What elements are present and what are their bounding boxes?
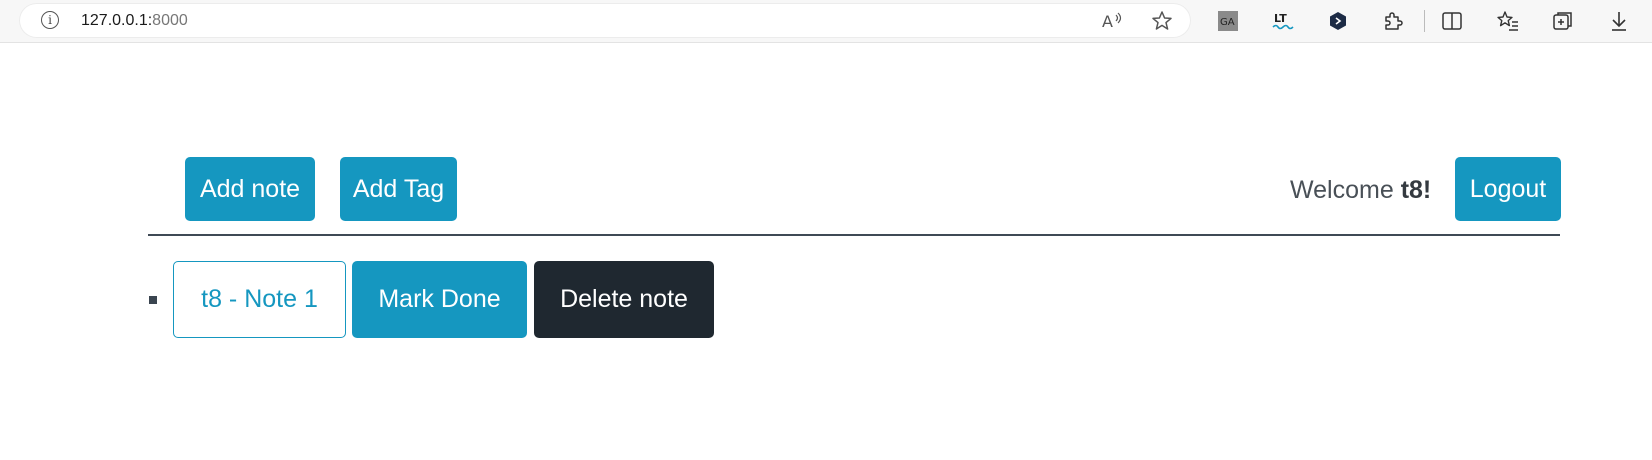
add-note-button[interactable]: Add note bbox=[185, 157, 315, 221]
url-text[interactable]: 127.0.0.1:8000 bbox=[81, 12, 188, 30]
svg-text:GA: GA bbox=[1220, 17, 1235, 28]
username: t8! bbox=[1400, 176, 1432, 204]
address-bar[interactable]: i 127.0.0.1:8000 A bbox=[19, 3, 1191, 38]
welcome-prefix: Welcome bbox=[1290, 176, 1401, 204]
extension-hex-icon[interactable] bbox=[1325, 8, 1351, 34]
extensions-puzzle-icon[interactable] bbox=[1380, 8, 1406, 34]
favorite-star-icon[interactable] bbox=[1151, 10, 1173, 32]
logout-button[interactable]: Logout bbox=[1455, 157, 1561, 221]
delete-note-button[interactable]: Delete note bbox=[534, 261, 714, 338]
url-host: 127.0.0.1: bbox=[81, 12, 153, 29]
list-bullet bbox=[149, 296, 157, 304]
favorites-icon[interactable] bbox=[1495, 8, 1521, 34]
extension-ga-icon[interactable]: GA bbox=[1215, 8, 1241, 34]
mark-done-button[interactable]: Mark Done bbox=[352, 261, 527, 338]
read-aloud-icon[interactable]: A bbox=[1101, 10, 1123, 32]
header-divider bbox=[148, 234, 1560, 236]
collections-icon[interactable] bbox=[1550, 8, 1576, 34]
add-tag-button[interactable]: Add Tag bbox=[340, 157, 457, 221]
note-title-button[interactable]: t8 - Note 1 bbox=[173, 261, 346, 338]
svg-text:LT: LT bbox=[1274, 12, 1287, 25]
url-port: 8000 bbox=[152, 12, 188, 29]
svg-text:A: A bbox=[1102, 12, 1113, 31]
info-icon[interactable]: i bbox=[41, 11, 59, 29]
languagetool-icon[interactable]: LT bbox=[1270, 8, 1296, 34]
browser-toolbar: i 127.0.0.1:8000 A GA LT bbox=[0, 0, 1652, 43]
toolbar-separator bbox=[1424, 10, 1425, 32]
welcome-message: Welcome t8! bbox=[1290, 176, 1431, 205]
split-screen-icon[interactable] bbox=[1439, 8, 1465, 34]
downloads-icon[interactable] bbox=[1606, 8, 1632, 34]
